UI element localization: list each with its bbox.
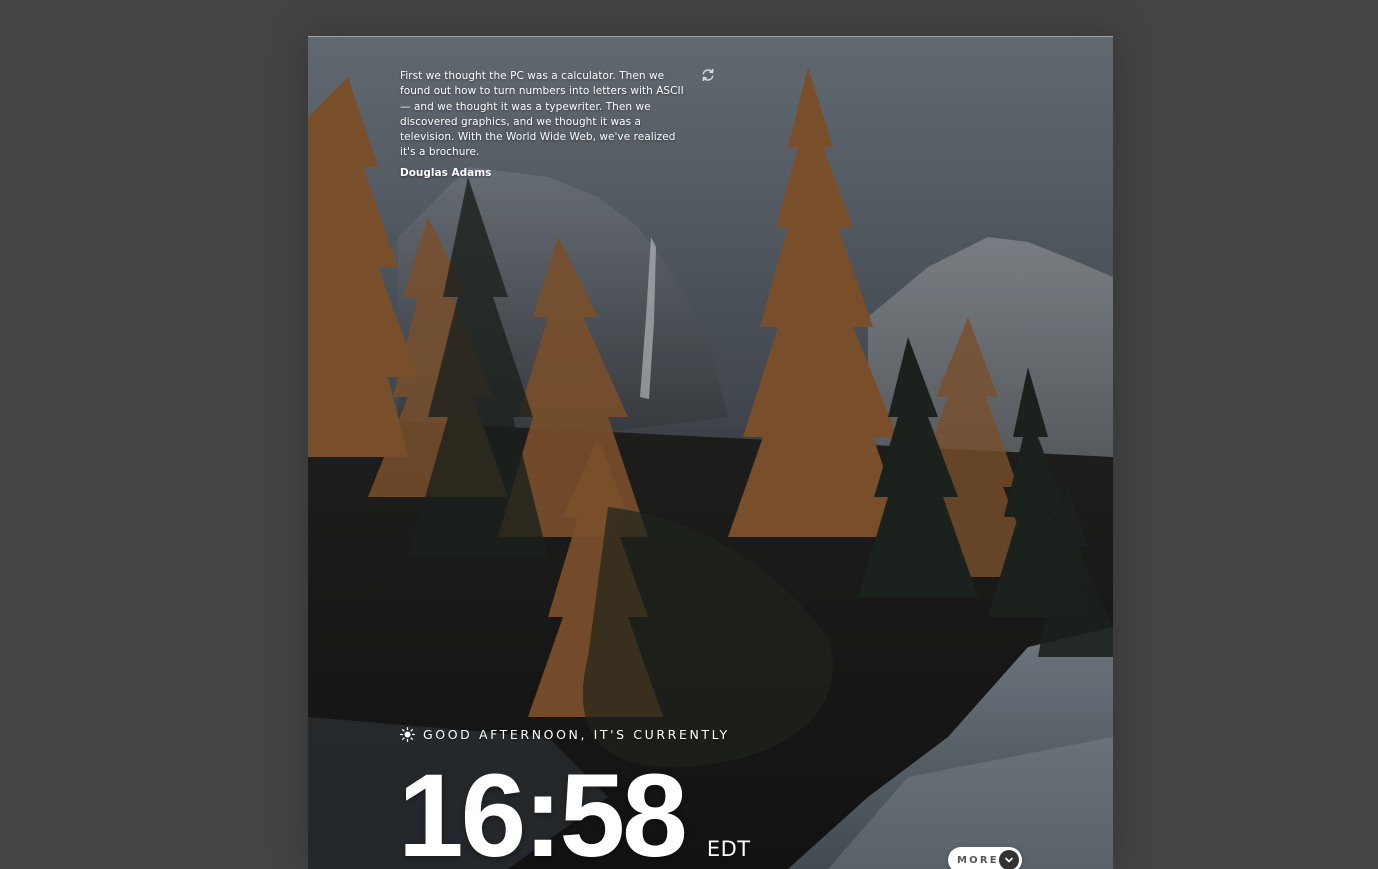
clock-time: 16:58 — [398, 750, 688, 869]
more-button[interactable]: MORE — [948, 847, 1022, 869]
app-window: First we thought the PC was a calculator… — [308, 36, 1113, 869]
quote-widget: First we thought the PC was a calculator… — [400, 69, 685, 179]
clock: 16:58 EDT — [398, 757, 751, 869]
greeting-text: Good afternoon, it's currently — [423, 727, 730, 742]
chevron-down-icon — [999, 850, 1019, 869]
more-label: MORE — [957, 854, 999, 866]
quote-text: First we thought the PC was a calculator… — [400, 70, 684, 159]
quote-author: Douglas Adams — [400, 166, 492, 179]
desktop-background: First we thought the PC was a calculator… — [0, 0, 1378, 869]
refresh-icon[interactable] — [701, 68, 715, 82]
clock-timezone: EDT — [706, 837, 751, 861]
greeting: Good afternoon, it's currently — [400, 727, 730, 742]
sun-icon — [400, 727, 415, 742]
